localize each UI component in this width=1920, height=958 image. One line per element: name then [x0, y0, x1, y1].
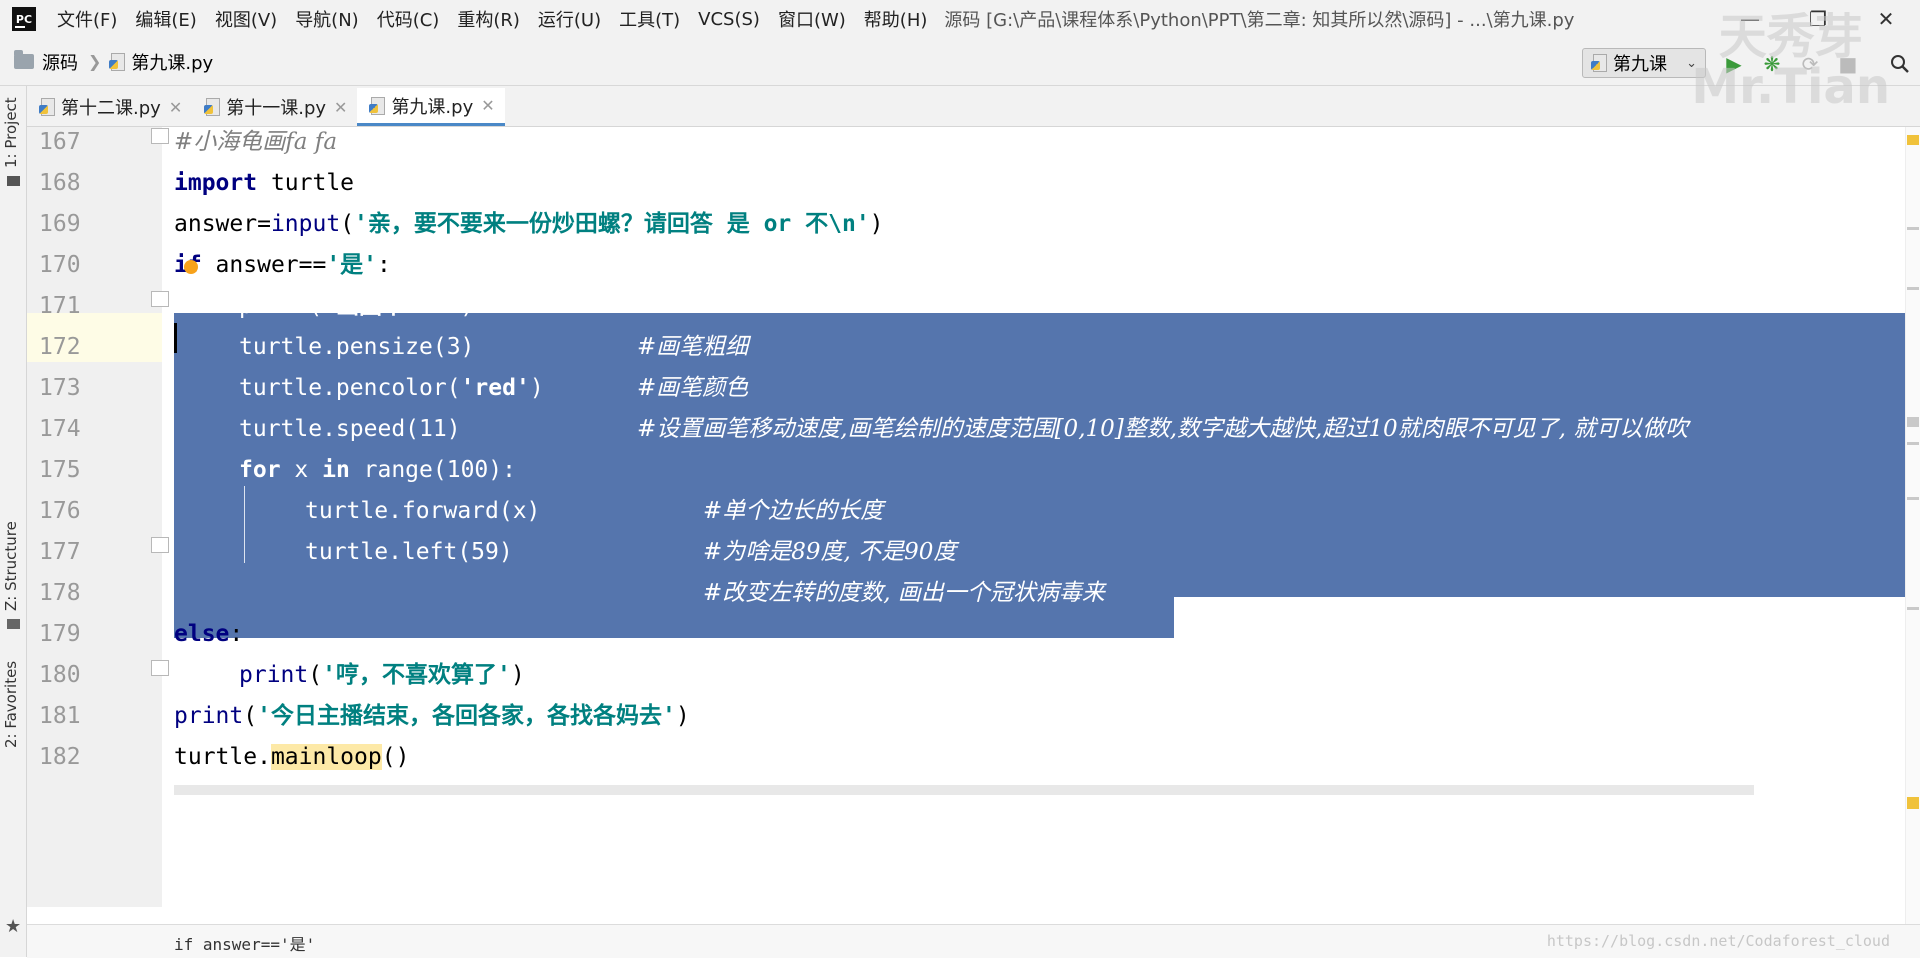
horizontal-scrollbar[interactable] — [174, 785, 1754, 795]
python-file-icon — [1591, 54, 1607, 72]
menu-code[interactable]: 代码(C) — [368, 6, 449, 32]
watermark-logo: 天秀芽 Mr.Tian — [1691, 9, 1890, 116]
crumb-file[interactable]: 第九课.py — [131, 49, 213, 75]
menu-vcs[interactable]: VCS(S) — [689, 9, 769, 30]
watermark-url: https://blog.csdn.net/Codaforest_cloud — [1546, 932, 1890, 950]
menu-navigate[interactable]: 导航(N) — [286, 6, 368, 32]
project-tool-button[interactable]: 1: Project — [2, 97, 20, 168]
structure-icon — [7, 619, 20, 629]
error-stripe[interactable] — [1905, 127, 1920, 927]
tab-lesson-9[interactable]: 第九课.py ✕ — [357, 88, 505, 126]
intention-bulb-icon[interactable] — [184, 260, 198, 274]
python-file-icon — [204, 98, 221, 116]
run-configuration-select[interactable]: 第九课 ⌄ — [1582, 48, 1706, 78]
star-icon: ★ — [5, 916, 22, 937]
tab-lesson-11[interactable]: 第十一课.py ✕ — [192, 88, 357, 126]
python-file-icon — [109, 52, 126, 71]
menu-file[interactable]: 文件(F) — [48, 6, 126, 32]
stripe-marker[interactable] — [1907, 287, 1919, 290]
menu-window[interactable]: 窗口(W) — [769, 6, 855, 32]
code-line-182: turtle.mainloop() — [174, 744, 410, 770]
chevron-right-icon: ❯ — [88, 52, 102, 71]
fold-marker-icon[interactable] — [151, 537, 169, 553]
structure-tool-button[interactable]: Z: Structure — [2, 521, 20, 611]
code-line-177: turtle.left(59) — [305, 539, 513, 565]
close-tab-icon[interactable]: ✕ — [481, 96, 494, 115]
stripe-marker[interactable] — [1907, 442, 1919, 445]
python-file-icon — [39, 98, 55, 116]
folder-icon — [14, 50, 34, 69]
code-editor[interactable]: 167 168 169 170 171 172 173 174 175 176 … — [27, 127, 1920, 907]
breadcrumb: 源码 ❯ 第九课.py — [0, 49, 213, 75]
favorites-tool-button[interactable]: 2: Favorites — [2, 661, 20, 748]
editor-breadcrumb[interactable]: if answer=='是' https://blog.csdn.net/Cod… — [27, 924, 1920, 958]
indent-guide — [244, 486, 245, 563]
left-tool-strip: 1: Project Z: Structure 2: Favorites ★ — [0, 86, 27, 957]
fold-marker-icon[interactable] — [151, 291, 169, 307]
text-caret — [174, 323, 177, 353]
search-icon[interactable] — [1888, 52, 1912, 76]
stripe-marker[interactable] — [1907, 417, 1919, 427]
menu-edit[interactable]: 编辑(E) — [126, 6, 205, 32]
tab-lesson-12[interactable]: 第十二课.py ✕ — [27, 88, 192, 126]
menu-tools[interactable]: 工具(T) — [610, 6, 689, 32]
stripe-marker[interactable] — [1907, 797, 1919, 809]
python-file-icon — [369, 96, 386, 115]
menu-view[interactable]: 视图(V) — [206, 6, 286, 32]
pycharm-logo-icon: PC — [12, 7, 36, 31]
menu-run[interactable]: 运行(U) — [529, 6, 610, 32]
stripe-marker[interactable] — [1907, 497, 1919, 500]
window-title: 源码 [G:\产品\课程体系\Python\PPT\第二章: 知其所以然\源码]… — [944, 10, 1575, 31]
close-tab-icon[interactable]: ✕ — [334, 98, 347, 117]
fold-marker-icon[interactable] — [151, 660, 169, 676]
menu-help[interactable]: 帮助(H) — [855, 6, 937, 32]
project-folder-icon — [7, 176, 20, 186]
code-line-179: else: — [174, 621, 244, 647]
close-tab-icon[interactable]: ✕ — [169, 98, 182, 117]
menu-refactor[interactable]: 重构(R) — [448, 6, 529, 32]
comment-178: #改变左转的度数, 画出一个冠状病毒来 — [703, 580, 1105, 606]
title-bar: PC 文件(F) 编辑(E) 视图(V) 导航(N) 代码(C) 重构(R) 运… — [0, 0, 1920, 39]
comment-174: #设置画笔移动速度,画笔绘制的速度范围[0,10]整数,数字越大越快,超过10就… — [637, 416, 1689, 442]
stripe-marker[interactable] — [1907, 607, 1919, 610]
warning-marker[interactable] — [1907, 135, 1919, 145]
line-number: 182 — [39, 744, 81, 770]
editor-tabs: 第十二课.py ✕ 第十一课.py ✕ 第九课.py ✕ — [27, 86, 1920, 127]
stripe-marker[interactable] — [1907, 227, 1919, 230]
crumb-root[interactable]: 源码 — [42, 49, 78, 75]
fold-marker-icon[interactable] — [151, 128, 169, 144]
